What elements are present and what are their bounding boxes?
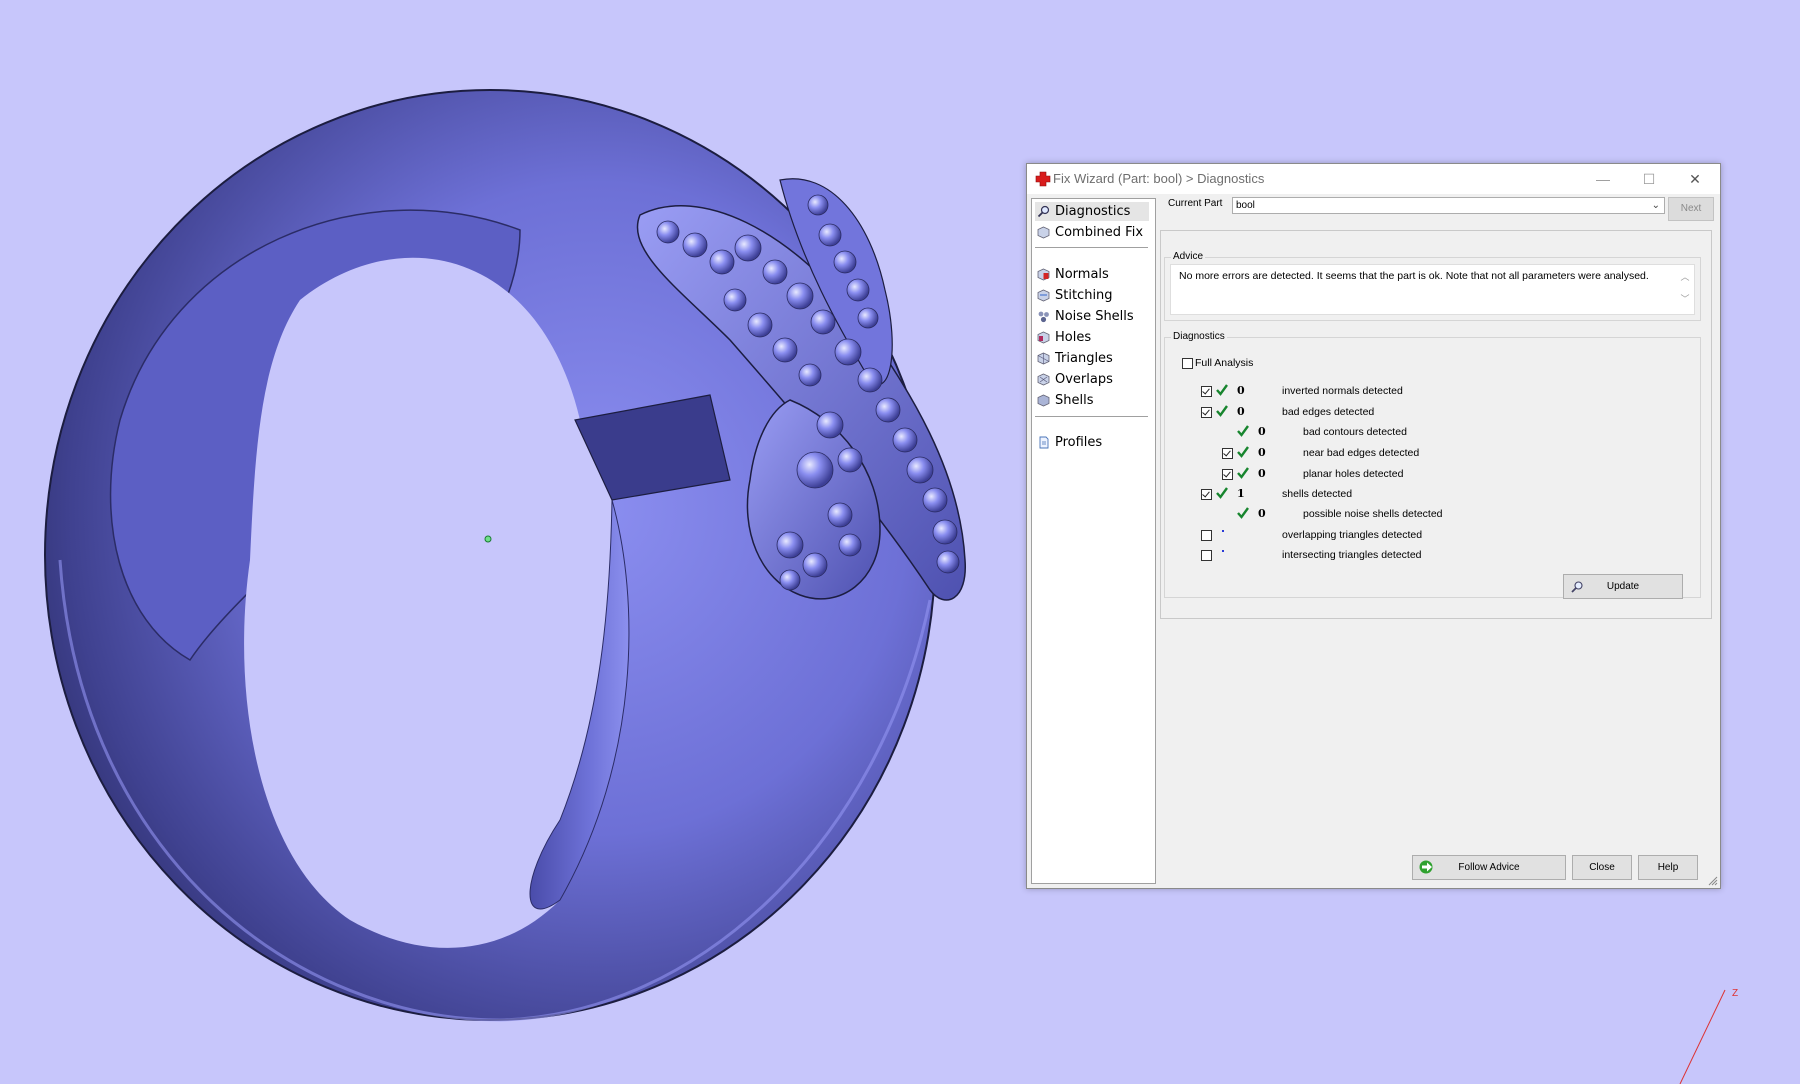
- noise-shells-count: 0: [1258, 507, 1266, 520]
- nav-item-triangles[interactable]: Triangles: [1035, 349, 1149, 368]
- follow-advice-label: Follow Advice: [1458, 862, 1520, 873]
- nav-item-label: Diagnostics: [1055, 204, 1131, 219]
- update-label: Update: [1606, 581, 1640, 592]
- stitching-cube-icon: [1037, 289, 1050, 302]
- pivot-point-icon: [484, 535, 492, 543]
- help-button[interactable]: Help: [1638, 855, 1698, 880]
- close-button[interactable]: Close: [1572, 855, 1632, 880]
- nav-item-label: Overlaps: [1055, 372, 1113, 387]
- nav-item-label: Normals: [1055, 267, 1109, 282]
- pending-dot-icon: [1222, 550, 1224, 552]
- near-bad-edges-checkbox[interactable]: [1222, 448, 1233, 459]
- cube-icon: [1037, 226, 1050, 239]
- advice-text-box: No more errors are detected. It seems th…: [1170, 264, 1695, 315]
- holes-cube-icon: [1037, 331, 1050, 344]
- nav-item-shells[interactable]: Shells: [1035, 391, 1149, 410]
- nav-item-label: Triangles: [1055, 351, 1113, 366]
- green-arrow-icon: [1419, 860, 1433, 874]
- close-window-button[interactable]: ✕: [1672, 164, 1718, 194]
- nav-item-diagnostics[interactable]: Diagnostics: [1035, 202, 1149, 221]
- inverted-normals-count: 0: [1237, 384, 1245, 397]
- scroll-down-icon[interactable]: ﹀: [1677, 288, 1693, 310]
- profile-document-icon: [1039, 436, 1049, 449]
- green-check-icon: [1237, 425, 1249, 437]
- nav-item-label: Noise Shells: [1055, 309, 1134, 324]
- bad-edges-count: 0: [1237, 405, 1245, 418]
- intersecting-triangles-label: intersecting triangles detected: [1282, 549, 1422, 561]
- nav-divider: [1035, 416, 1148, 417]
- shells-checkbox[interactable]: [1201, 489, 1212, 500]
- wizard-nav: Diagnostics Combined Fix Normals Stitchi…: [1031, 198, 1156, 884]
- advice-text: No more errors are detected. It seems th…: [1179, 270, 1649, 282]
- advice-title: Advice: [1171, 251, 1206, 262]
- green-check-icon: [1216, 405, 1228, 417]
- z-axis-label: Z: [1732, 988, 1739, 999]
- magnifier-icon: [1037, 205, 1050, 218]
- fix-wizard-dialog[interactable]: Fix Wizard (Part: bool) > Diagnostics — …: [1026, 163, 1721, 889]
- nav-item-profiles[interactable]: Profiles: [1035, 433, 1149, 452]
- green-check-icon: [1216, 384, 1228, 396]
- diagnostics-title: Diagnostics: [1171, 331, 1227, 342]
- advice-scrollbar[interactable]: ︿ ﹀: [1677, 266, 1693, 313]
- full-analysis-label: Full Analysis: [1195, 357, 1254, 369]
- resize-grip-icon[interactable]: [1708, 876, 1718, 886]
- current-part-label: Current Part: [1168, 198, 1223, 209]
- green-check-icon: [1237, 467, 1249, 479]
- scroll-up-icon[interactable]: ︿: [1677, 266, 1693, 288]
- nav-item-holes[interactable]: Holes: [1035, 328, 1149, 347]
- follow-advice-button[interactable]: Follow Advice: [1412, 855, 1566, 880]
- full-analysis-checkbox[interactable]: [1182, 358, 1193, 369]
- planar-holes-checkbox[interactable]: [1222, 469, 1233, 480]
- maximize-button[interactable]: ☐: [1626, 164, 1672, 194]
- noise-shells-icon: [1038, 311, 1049, 323]
- red-cross-icon: [1035, 171, 1051, 187]
- current-part-value: bool: [1236, 200, 1255, 211]
- nav-item-label: Stitching: [1055, 288, 1113, 303]
- shells-label: shells detected: [1282, 488, 1353, 500]
- pending-dot-icon: [1222, 530, 1224, 532]
- overlapping-triangles-label: overlapping triangles detected: [1282, 529, 1423, 541]
- z-axis-line: [1679, 989, 1726, 1084]
- inverted-normals-label: inverted normals detected: [1282, 385, 1403, 397]
- bad-edges-label: bad edges detected: [1282, 406, 1375, 418]
- planar-holes-label: planar holes detected: [1303, 468, 1404, 480]
- dialog-title: Fix Wizard (Part: bool) > Diagnostics: [1053, 171, 1265, 186]
- update-button[interactable]: Update: [1563, 574, 1683, 599]
- nav-item-overlaps[interactable]: Overlaps: [1035, 370, 1149, 389]
- nav-divider: [1035, 247, 1148, 248]
- overlapping-triangles-checkbox[interactable]: [1201, 530, 1212, 541]
- nav-item-combined-fix[interactable]: Combined Fix: [1035, 223, 1149, 242]
- normals-cube-icon: [1037, 268, 1050, 281]
- near-bad-edges-label: near bad edges detected: [1303, 447, 1420, 459]
- shells-count: 1: [1237, 487, 1245, 500]
- nav-item-label: Combined Fix: [1055, 225, 1144, 240]
- triangles-cube-icon: [1037, 352, 1050, 365]
- nav-item-label: Shells: [1055, 393, 1094, 408]
- shells-cube-icon: [1037, 394, 1050, 407]
- nav-item-noise-shells[interactable]: Noise Shells: [1035, 307, 1149, 326]
- green-check-icon: [1216, 487, 1228, 499]
- bad-contours-count: 0: [1258, 425, 1266, 438]
- green-check-icon: [1237, 507, 1249, 519]
- current-part-select[interactable]: bool ⌄: [1232, 197, 1665, 214]
- planar-holes-count: 0: [1258, 467, 1266, 480]
- green-check-icon: [1237, 446, 1249, 458]
- bad-contours-label: bad contours detected: [1303, 426, 1407, 438]
- bad-edges-checkbox[interactable]: [1201, 407, 1212, 418]
- near-bad-edges-count: 0: [1258, 446, 1266, 459]
- chevron-down-icon: ⌄: [1651, 200, 1660, 211]
- overlaps-cube-icon: [1037, 373, 1050, 386]
- next-button[interactable]: Next: [1668, 197, 1714, 221]
- noise-shells-label: possible noise shells detected: [1303, 508, 1443, 520]
- magnifier-icon: [1571, 581, 1583, 593]
- nav-item-stitching[interactable]: Stitching: [1035, 286, 1149, 305]
- dialog-titlebar[interactable]: Fix Wizard (Part: bool) > Diagnostics — …: [1027, 164, 1720, 194]
- inverted-normals-checkbox[interactable]: [1201, 386, 1212, 397]
- intersecting-triangles-checkbox[interactable]: [1201, 550, 1212, 561]
- nav-item-label: Profiles: [1055, 435, 1103, 450]
- nav-item-normals[interactable]: Normals: [1035, 265, 1149, 284]
- nav-item-label: Holes: [1055, 330, 1092, 345]
- minimize-button[interactable]: —: [1580, 164, 1626, 194]
